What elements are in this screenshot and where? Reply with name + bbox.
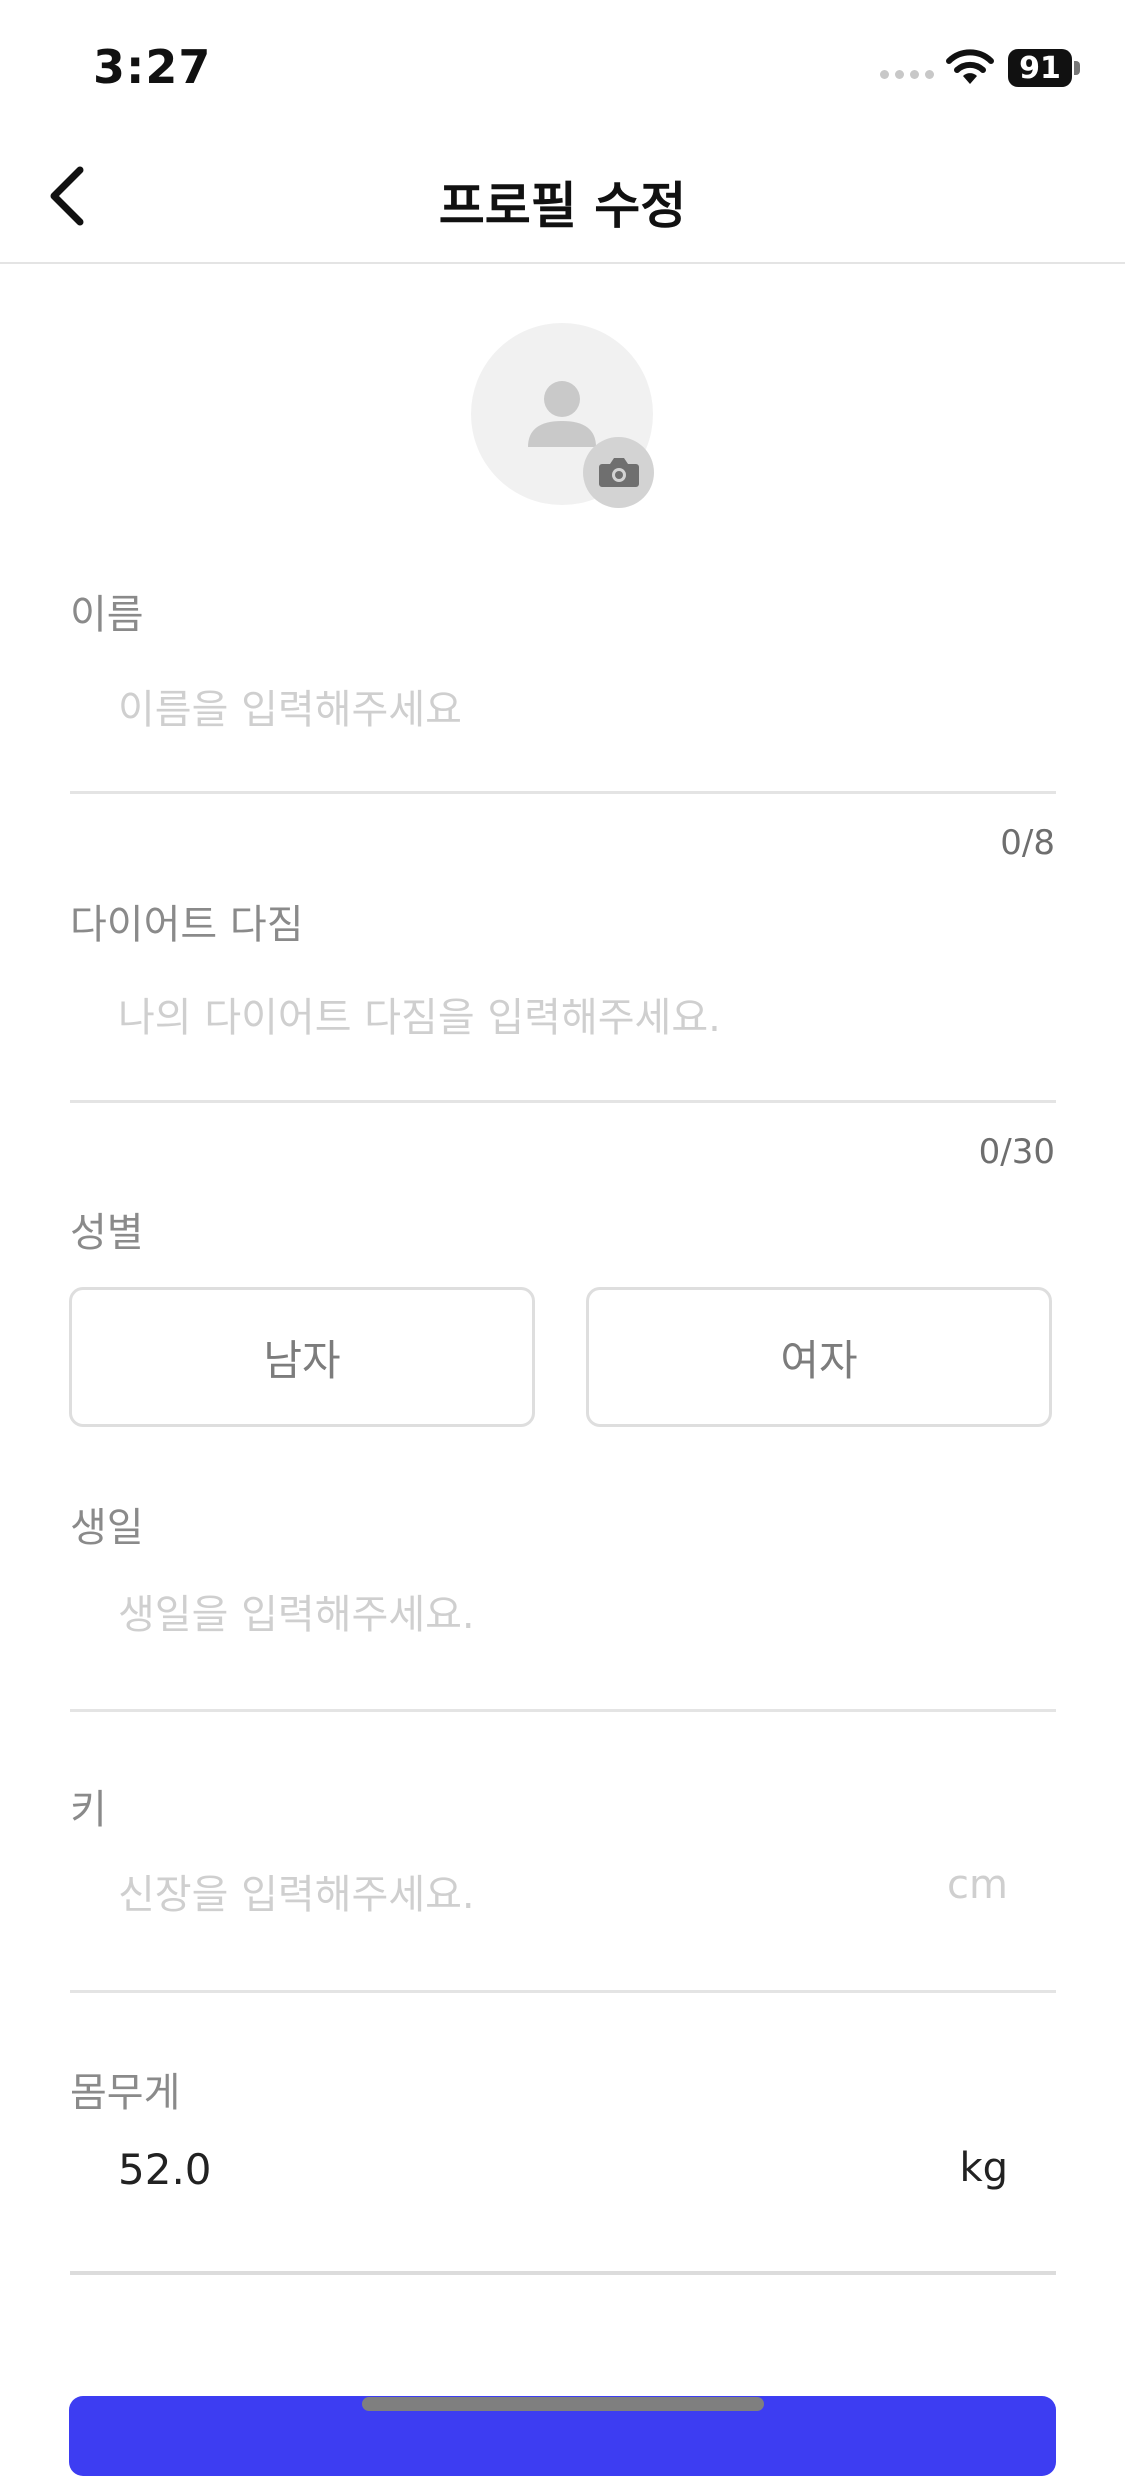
name-label: 이름 [70,592,144,638]
cellular-signal-icon [880,70,934,80]
height-unit: cm [947,1862,1008,1908]
page-title: 프로필 수정 [438,177,687,235]
resolution-label: 다이어트 다짐 [70,902,304,948]
change-photo-button[interactable] [583,437,654,508]
gender-female-button[interactable]: 여자 [586,1287,1052,1427]
name-placeholder: 이름을 입력해주세요 [118,687,462,733]
name-char-counter: 0/8 [1000,823,1055,863]
wifi-icon [946,49,994,84]
weight-label: 몸무게 [70,2070,181,2116]
camera-icon [599,458,639,487]
resolution-input[interactable]: 나의 다이어트 다짐을 입력해주세요. [70,968,1056,1068]
home-indicator [362,2397,764,2411]
battery-tip [1074,61,1080,75]
weight-input[interactable]: 52.0 kg [70,2128,1056,2228]
weight-value: 52.0 [118,2145,212,2194]
weight-underline [70,2271,1056,2275]
height-placeholder: 신장을 입력해주세요. [118,1872,475,1918]
gender-label: 성별 [70,1210,144,1256]
height-label: 키 [70,1787,107,1833]
resolution-placeholder: 나의 다이어트 다짐을 입력해주세요. [118,995,721,1041]
name-input[interactable]: 이름을 입력해주세요 [70,660,1056,760]
birthday-placeholder: 생일을 입력해주세요. [118,1592,475,1638]
height-underline [70,1990,1056,1993]
resolution-char-counter: 0/30 [978,1132,1055,1172]
weight-unit: kg [959,2145,1008,2191]
gender-male-button[interactable]: 남자 [69,1287,535,1427]
birthday-underline [70,1709,1056,1712]
height-input[interactable]: 신장을 입력해주세요. cm [70,1845,1056,1945]
resolution-underline [70,1100,1056,1103]
name-underline [70,791,1056,794]
battery-icon: 91 [1008,49,1072,87]
birthday-label: 생일 [70,1505,144,1551]
header-divider [0,262,1125,264]
battery-level: 91 [1019,50,1061,86]
birthday-input[interactable]: 생일을 입력해주세요. [70,1565,1056,1665]
status-time: 3:27 [93,40,212,94]
